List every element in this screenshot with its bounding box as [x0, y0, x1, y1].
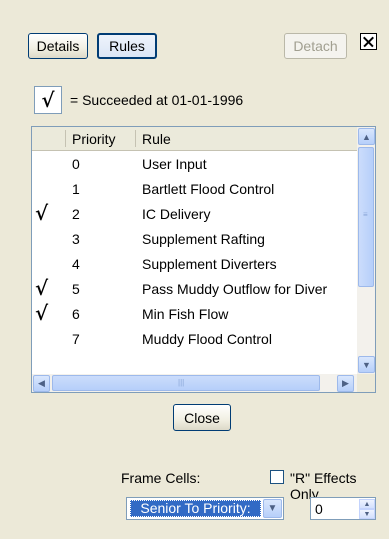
priority-cell: 2 — [72, 206, 80, 222]
scroll-left-button[interactable]: ◀ — [33, 375, 50, 392]
rule-cell: User Input — [142, 156, 207, 172]
column-header-priority[interactable]: Priority — [72, 131, 116, 147]
rule-cell: Muddy Flood Control — [142, 331, 272, 347]
scroll-up-button[interactable]: ▲ — [358, 128, 375, 145]
priority-cell: 1 — [72, 181, 80, 197]
rule-cell: Bartlett Flood Control — [142, 181, 275, 197]
chevron-down-icon[interactable]: ▼ — [263, 499, 282, 518]
priority-cell: 6 — [72, 306, 80, 322]
spin-down-icon[interactable]: ▼ — [359, 509, 375, 519]
vertical-scrollbar[interactable]: ▲ ≡ ▼ — [357, 127, 375, 374]
priority-spinner-value[interactable]: 0 — [315, 501, 323, 517]
priority-cell: 3 — [72, 231, 80, 247]
table-row[interactable]: 1 Bartlett Flood Control — [32, 178, 357, 202]
checkmark-icon: √ — [35, 201, 49, 225]
close-button[interactable]: Close — [173, 404, 231, 431]
table-header: Priority Rule — [32, 127, 357, 151]
rule-cell: Pass Muddy Outflow for Diver — [142, 281, 328, 297]
table-row[interactable]: √ 2 IC Delivery — [32, 203, 357, 227]
priority-cell: 4 — [72, 256, 80, 272]
legend-checkmark-box: √ — [34, 86, 62, 114]
detach-button[interactable]: Detach — [284, 33, 347, 59]
table-row[interactable]: √ 5 Pass Muddy Outflow for Diver — [32, 278, 357, 302]
close-x-icon[interactable] — [360, 33, 377, 50]
frame-cells-label: Frame Cells: — [121, 470, 201, 486]
scrollbar-corner — [357, 374, 375, 392]
table-row[interactable]: 4 Supplement Diverters — [32, 253, 357, 277]
table-row[interactable]: 0 User Input — [32, 153, 357, 177]
rule-cell: IC Delivery — [142, 206, 211, 222]
scroll-down-button[interactable]: ▼ — [358, 356, 375, 373]
frame-cells-mode-select[interactable]: Senior To Priority: ▼ — [126, 497, 284, 520]
rule-cell: Supplement Diverters — [142, 256, 277, 272]
rules-button[interactable]: Rules — [97, 33, 157, 59]
legend-text: = Succeeded at 01-01-1996 — [70, 92, 244, 108]
priority-cell: 7 — [72, 331, 80, 347]
table-row[interactable]: √ 6 Min Fish Flow — [32, 303, 357, 327]
r-effects-only-checkbox[interactable] — [270, 470, 284, 484]
rule-cell: Supplement Rafting — [142, 231, 265, 247]
priority-spinner[interactable]: 0 ▲ ▼ — [310, 497, 376, 520]
table-row[interactable]: 3 Supplement Rafting — [32, 228, 357, 252]
rule-cell: Min Fish Flow — [142, 306, 229, 322]
rules-table[interactable]: Priority Rule 0 User Input 1 Bartlett Flood… — [31, 126, 376, 393]
priority-cell: 5 — [72, 281, 80, 297]
scroll-right-button[interactable]: ▶ — [337, 375, 354, 392]
header-separator — [135, 130, 136, 147]
frame-cells-mode-value: Senior To Priority: — [130, 500, 261, 517]
details-button[interactable]: Details — [28, 33, 88, 59]
vertical-scroll-thumb[interactable]: ≡ — [358, 147, 374, 287]
column-header-rule[interactable]: Rule — [142, 131, 171, 147]
horizontal-scrollbar[interactable]: ◀ ||| ▶ — [32, 374, 357, 392]
checkmark-icon: √ — [41, 88, 55, 112]
header-separator — [65, 130, 66, 147]
checkmark-icon: √ — [35, 276, 49, 300]
priority-cell: 0 — [72, 156, 80, 172]
spin-up-icon[interactable]: ▲ — [359, 499, 375, 509]
checkmark-icon: √ — [35, 301, 49, 325]
horizontal-scroll-thumb[interactable]: ||| — [52, 375, 320, 391]
table-row[interactable]: 7 Muddy Flood Control — [32, 328, 357, 352]
